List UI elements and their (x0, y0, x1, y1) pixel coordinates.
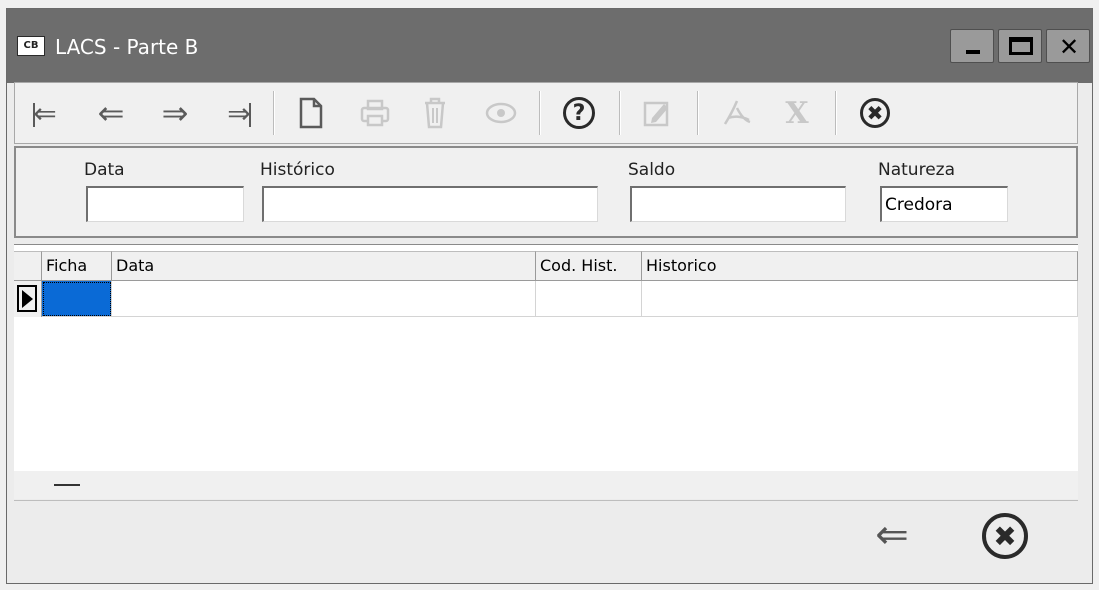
cell-ficha[interactable] (42, 281, 112, 317)
first-arrow-icon: ⇐ (33, 96, 57, 130)
column-header-historico[interactable]: Historico (642, 251, 1078, 281)
cell-historico[interactable] (642, 281, 1078, 317)
new-document-icon (299, 97, 323, 129)
current-row-indicator (14, 281, 42, 317)
toolbar-separator (273, 91, 275, 135)
column-header-cod-hist[interactable]: Cod. Hist. (536, 251, 642, 281)
dash-icon (54, 484, 80, 486)
close-circle-icon: ✖ (860, 98, 890, 128)
pdf-button[interactable] (717, 91, 757, 135)
app-icon[interactable]: CB (17, 36, 45, 56)
eye-icon (485, 102, 517, 124)
title-bar[interactable]: CB LACS - Parte B ✕ (7, 9, 1092, 83)
pdf-icon (723, 100, 751, 125)
delete-button[interactable] (415, 91, 455, 135)
close-window-button[interactable]: ✕ (1046, 29, 1090, 63)
cell-cod-hist[interactable] (536, 281, 642, 317)
lancamentos-grid[interactable]: Ficha Data Cod. Hist. Historico (14, 244, 1078, 499)
grid-indicator-header (14, 251, 42, 281)
view-button[interactable] (481, 91, 521, 135)
column-header-ficha[interactable]: Ficha (42, 251, 112, 281)
header-form: Data Histórico Saldo Natureza (14, 146, 1078, 238)
column-header-data[interactable]: Data (112, 251, 536, 281)
natureza-field[interactable] (880, 186, 1008, 222)
left-arrow-icon: ⇐ (97, 94, 125, 132)
edit-button[interactable] (637, 91, 677, 135)
help-button[interactable]: ? (559, 91, 599, 135)
close-circle-icon: ✖ (993, 519, 1017, 553)
help-icon: ? (563, 97, 595, 129)
next-record-button[interactable]: ⇒ (155, 91, 195, 135)
close-icon: ✕ (1058, 33, 1080, 61)
toolbar-separator (835, 91, 837, 135)
maximize-button[interactable] (998, 29, 1042, 63)
previous-record-button[interactable]: ⇐ (91, 91, 131, 135)
print-button[interactable] (355, 91, 395, 135)
saldo-label: Saldo (628, 160, 676, 180)
bottom-bar: ⇐ ✖ (14, 500, 1078, 570)
close-form-button[interactable]: ✖ (982, 513, 1028, 559)
printer-icon (360, 99, 390, 127)
historico-label: Histórico (260, 160, 335, 180)
new-record-button[interactable] (291, 91, 331, 135)
data-label: Data (84, 160, 125, 180)
last-arrow-icon: ⇒ (227, 96, 251, 130)
back-button[interactable]: ⇐ (864, 512, 920, 558)
toolbar: ⇐ ⇐ ⇒ ⇒ ? X ✖ (14, 82, 1078, 144)
back-arrow-icon: ⇐ (875, 512, 909, 558)
minimize-icon (966, 50, 980, 54)
toolbar-separator (697, 91, 699, 135)
last-record-button[interactable]: ⇒ (219, 91, 259, 135)
grid-footer (14, 471, 1078, 499)
historico-field[interactable] (262, 186, 598, 222)
saldo-field[interactable] (630, 186, 846, 222)
row-pointer-icon (22, 290, 33, 308)
toolbar-separator (539, 91, 541, 135)
toolbar-separator (619, 91, 621, 135)
edit-icon (643, 101, 669, 127)
data-field[interactable] (86, 186, 244, 222)
first-record-button[interactable]: ⇐ (25, 91, 65, 135)
cell-data[interactable] (112, 281, 536, 317)
excel-icon: X (785, 95, 809, 131)
trash-icon (425, 97, 445, 129)
natureza-label: Natureza (878, 160, 955, 180)
right-arrow-icon: ⇒ (161, 94, 189, 132)
minimize-button[interactable] (950, 29, 994, 63)
close-toolbar-button[interactable]: ✖ (855, 91, 895, 135)
window-title: LACS - Parte B (55, 35, 199, 59)
maximize-icon (1009, 37, 1033, 55)
excel-button[interactable]: X (777, 91, 817, 135)
